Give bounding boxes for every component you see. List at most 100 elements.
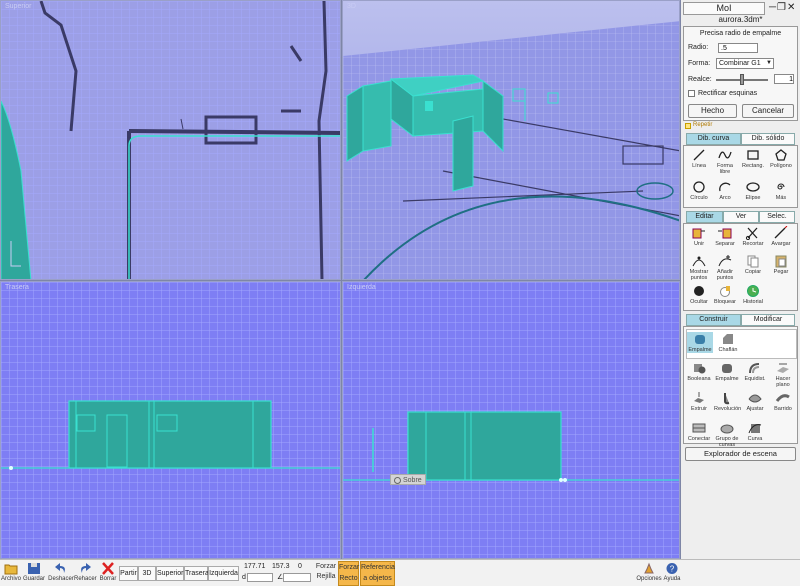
tool-linea[interactable]: Línea	[686, 148, 712, 169]
tool-anadir-puntos[interactable]: Añadir puntos	[712, 254, 738, 281]
tool-unir[interactable]: Unir	[686, 226, 712, 247]
tab-modificar[interactable]: Modificar	[741, 314, 795, 326]
tool-copiar[interactable]: Copiar	[740, 254, 766, 275]
tool-equidist[interactable]: Equidist.	[742, 361, 768, 382]
repetir-label[interactable]: Repetir	[693, 122, 712, 128]
tool-historial[interactable]: Historial	[740, 284, 766, 305]
tool-bloquear[interactable]: Bloquear	[712, 284, 738, 305]
viewport-izquierda[interactable]: Izquierda	[342, 281, 680, 559]
tool-ajustar[interactable]: Ajustar	[742, 391, 768, 412]
radio-input[interactable]	[718, 43, 758, 53]
deshacer-button[interactable]: Deshacer	[48, 562, 74, 582]
delete-icon	[102, 562, 114, 575]
tool-poligono[interactable]: Polígono	[768, 148, 794, 169]
tool-avargar[interactable]: Avargar	[768, 226, 794, 247]
fillet-icon	[722, 364, 732, 373]
hecho-button[interactable]: Hecho	[688, 104, 737, 118]
tool-label: Arco	[719, 195, 731, 201]
folder-icon	[4, 564, 18, 575]
forzar-rejilla-toggle[interactable]: Forzar Rejilla	[315, 562, 337, 582]
archivo-button[interactable]: Archivo	[1, 562, 21, 582]
tool-label: Ajustar	[746, 406, 764, 412]
line-icon	[693, 149, 705, 161]
plane-icon	[777, 363, 789, 373]
tool-rectang[interactable]: Rectang.	[740, 148, 766, 169]
tool-barrido[interactable]: Barrido	[770, 391, 796, 412]
tool-curva[interactable]: Curva	[742, 421, 768, 442]
tool-label: Unir	[693, 241, 705, 247]
tab-editar[interactable]: Editar	[686, 211, 723, 223]
close-icon[interactable]: ✕	[787, 2, 795, 14]
chamfer-icon	[723, 334, 733, 344]
angle-input[interactable]	[283, 573, 311, 582]
tab-selec[interactable]: Selec.	[759, 211, 795, 223]
tab-dib-solido[interactable]: Dib. sólido	[741, 133, 795, 145]
lock-icon	[720, 286, 730, 297]
viewport-superior[interactable]: Superior	[0, 0, 341, 280]
maximize-icon[interactable]: ❐	[777, 2, 787, 14]
tool-conectar[interactable]: Conectar	[686, 421, 712, 442]
tool-chaflan[interactable]: Chaflán	[715, 332, 741, 353]
forma-select-value: Combinar G1	[719, 60, 761, 67]
minimize-icon[interactable]: ─	[769, 2, 777, 14]
referencia-objetos-toggle[interactable]: Referencia a objetos	[360, 561, 395, 586]
scene-browser-button[interactable]: Explorador de escena	[685, 447, 796, 461]
deshacer-label: Deshacer	[48, 576, 74, 582]
view-tab-partir[interactable]: Partir	[119, 566, 138, 581]
tool-label: Equidist.	[744, 376, 766, 382]
rehacer-button[interactable]: Rehacer	[74, 562, 97, 582]
tool-grupo-curvas[interactable]: Grupo de curvas	[714, 421, 740, 448]
tab-construir[interactable]: Construir	[686, 314, 741, 326]
tool-extruir[interactable]: Extruir	[686, 391, 712, 412]
tool-booleana[interactable]: Booleana	[686, 361, 712, 382]
distance-label: d	[242, 574, 246, 581]
cancelar-button[interactable]: Cancelar	[742, 104, 794, 118]
opciones-button[interactable]: Opciones	[636, 562, 662, 582]
tool-separar[interactable]: Separar	[712, 226, 738, 247]
tool-mas[interactable]: Más	[768, 180, 794, 201]
distance-input[interactable]	[247, 573, 273, 582]
ayuda-button[interactable]: ? Ayuda	[662, 562, 682, 582]
borrar-label: Borrar	[99, 576, 117, 582]
tool-recortar[interactable]: Recortar	[740, 226, 766, 247]
tab-dib-curva[interactable]: Dib. curva	[686, 133, 741, 145]
tab-ver[interactable]: Ver	[723, 211, 759, 223]
tool-label: Círculo	[690, 195, 708, 201]
rectificar-checkbox[interactable]	[688, 90, 695, 97]
repetir-checkbox[interactable]	[685, 123, 691, 129]
tool-pegar[interactable]: Pegar	[768, 254, 794, 275]
izquierda-drawing	[343, 411, 679, 482]
forzar-recto-toggle[interactable]: Forzar Recto	[338, 561, 359, 586]
tool-mostrar-puntos[interactable]: Mostrar puntos	[686, 254, 712, 281]
borrar-button[interactable]: Borrar	[99, 562, 117, 582]
tool-arco[interactable]: Arco	[712, 180, 738, 201]
realce-input[interactable]	[774, 74, 794, 84]
tool-ocultar[interactable]: Ocultar	[686, 284, 712, 305]
slider-thumb[interactable]	[740, 74, 744, 85]
show-points-icon	[692, 256, 706, 267]
archivo-label: Archivo	[1, 576, 22, 582]
tool-empalme-flyout[interactable]: Empalme	[687, 332, 713, 353]
boolean-icon	[694, 364, 706, 374]
view-tab-trasera[interactable]: Trasera	[184, 566, 209, 581]
tool-hacer-plano[interactable]: Hacer plano	[770, 361, 796, 388]
tool-forma-libre[interactable]: Forma libre	[712, 148, 738, 175]
tool-elipse[interactable]: Elipse	[740, 180, 766, 201]
tool-revolucion[interactable]: Revolución	[714, 391, 741, 412]
viewport-3d[interactable]: 3D	[342, 0, 680, 280]
tool-circulo[interactable]: Círculo	[686, 180, 712, 201]
ellipse-icon	[746, 182, 760, 192]
view-tab-superior[interactable]: Superior	[156, 566, 184, 581]
circle-icon	[693, 181, 705, 193]
join-icon	[692, 228, 705, 239]
rehacer-label: Rehacer	[74, 576, 97, 582]
viewport-trasera[interactable]: Trasera	[0, 281, 341, 559]
empalme-flyout: Empalme Chaflán	[686, 329, 797, 359]
tool-empalme[interactable]: Empalme	[714, 361, 740, 382]
view-tab-3d[interactable]: 3D	[138, 566, 156, 581]
extend-icon	[774, 226, 788, 239]
tool-label: Extruir	[691, 406, 707, 412]
view-tab-izquierda[interactable]: Izquierda	[208, 566, 239, 581]
guardar-button[interactable]: Guardar	[23, 562, 45, 582]
forma-select[interactable]: Combinar G1 ▼	[716, 58, 774, 69]
